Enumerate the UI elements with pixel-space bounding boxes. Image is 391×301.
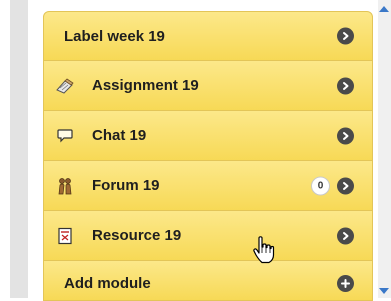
module-label: Label week 19 — [64, 27, 165, 45]
scroll-up-arrow-icon[interactable] — [379, 6, 389, 12]
module-row-label-week[interactable]: Label week 19 — [43, 11, 373, 61]
arrow-right-icon[interactable] — [337, 127, 354, 144]
hand-pointer-icon — [252, 236, 276, 264]
arrow-right-icon[interactable] — [337, 27, 354, 45]
module-label: Assignment 19 — [92, 77, 199, 94]
arrow-right-icon[interactable] — [337, 77, 354, 94]
plus-icon[interactable] — [337, 275, 354, 292]
scroll-down-arrow-icon[interactable] — [379, 288, 389, 294]
module-list: Label week 19 Assignment 19 Chat 19 Foru… — [43, 11, 373, 301]
forum-icon — [54, 175, 76, 197]
chat-icon — [54, 125, 76, 147]
assignment-icon — [54, 75, 76, 97]
module-row-forum[interactable]: Forum 19 0 — [43, 161, 373, 211]
vertical-scrollbar[interactable] — [378, 0, 391, 298]
module-label: Chat 19 — [92, 127, 147, 144]
arrow-right-icon[interactable] — [337, 227, 354, 244]
module-label: Forum 19 — [92, 177, 160, 194]
arrow-right-icon[interactable] — [337, 177, 354, 194]
add-module-label: Add module — [64, 275, 151, 292]
module-row-assignment[interactable]: Assignment 19 — [43, 61, 373, 111]
page-frame — [10, 0, 28, 298]
module-label: Resource 19 — [92, 227, 182, 244]
unread-count-badge: 0 — [311, 176, 330, 195]
resource-icon — [54, 225, 76, 247]
module-row-resource[interactable]: Resource 19 — [43, 211, 373, 261]
module-row-chat[interactable]: Chat 19 — [43, 111, 373, 161]
add-module-button[interactable]: Add module — [43, 261, 373, 301]
